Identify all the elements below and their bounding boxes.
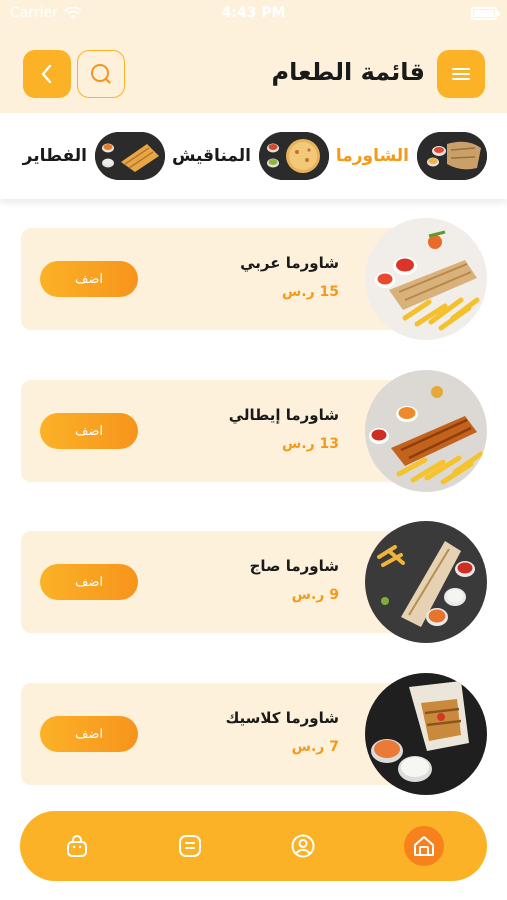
tab-profile[interactable] [284, 827, 322, 865]
category-fatayer[interactable]: الفطاير [23, 131, 165, 181]
menu-item[interactable]: شاورما إيطالي 13 ر.س اضف [21, 370, 487, 492]
item-photo [365, 521, 487, 643]
back-button[interactable] [23, 50, 71, 98]
bottom-tab-bar [20, 811, 487, 881]
header: قائمة الطعام [0, 50, 507, 100]
status-bar: Carrier 4:43 PM [0, 0, 507, 28]
item-name: شاورما صاج [249, 557, 339, 575]
item-price: 15 ر.س [281, 284, 339, 300]
item-photo [365, 370, 487, 492]
manakish-thumbnail [259, 132, 329, 180]
add-button[interactable]: اضف [40, 413, 138, 449]
status-time: 4:43 PM [221, 5, 286, 21]
page-title: قائمة الطعام [271, 58, 425, 86]
item-photo [365, 218, 487, 340]
item-name: شاورما عربي [240, 254, 339, 272]
list-icon [179, 835, 201, 857]
hamburger-icon [452, 68, 470, 80]
category-bar: الشاورما المناقيش الفطاير [0, 113, 507, 199]
battery-icon [471, 7, 500, 20]
home-icon [414, 836, 434, 856]
item-name: شاورما كلاسيك [225, 709, 339, 727]
tab-home[interactable] [404, 826, 444, 866]
bag-icon [67, 835, 87, 857]
menu-item[interactable]: شاورما كلاسيك 7 ر.س اضف [21, 673, 487, 795]
add-button[interactable]: اضف [40, 716, 138, 752]
item-name: شاورما إيطالي [228, 406, 339, 424]
tab-orders[interactable] [171, 827, 209, 865]
item-price: 7 ر.س [291, 739, 339, 755]
search-icon [91, 64, 111, 84]
profile-icon [291, 834, 315, 858]
tab-cart[interactable] [58, 827, 96, 865]
category-label: الشاورما [335, 146, 409, 166]
category-label: الفطاير [22, 146, 87, 166]
category-label: المناقيش [171, 146, 251, 166]
fatayer-thumbnail [95, 132, 165, 180]
menu-item[interactable]: شاورما عربي 15 ر.س اضف [21, 218, 487, 340]
shawarma-thumbnail [417, 132, 487, 180]
item-price: 9 ر.س [291, 587, 339, 603]
item-price: 13 ر.س [281, 436, 339, 452]
menu-button[interactable] [437, 50, 485, 98]
item-photo [365, 673, 487, 795]
search-button[interactable] [77, 50, 125, 98]
chevron-left-icon [41, 64, 52, 84]
menu-item[interactable]: شاورما صاج 9 ر.س اضف [21, 521, 487, 643]
add-button[interactable]: اضف [40, 261, 138, 297]
category-manakish[interactable]: المناقيش [172, 131, 329, 181]
category-shawarma[interactable]: الشاورما [336, 131, 487, 181]
add-button[interactable]: اضف [40, 564, 138, 600]
